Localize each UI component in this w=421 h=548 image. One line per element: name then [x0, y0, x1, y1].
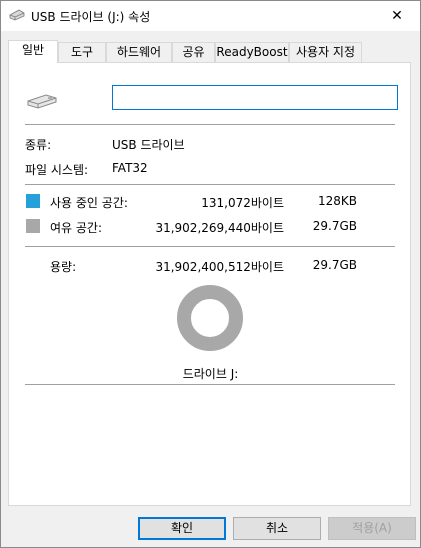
apply-button[interactable]: 적용(A) — [328, 517, 416, 540]
volume-label-input[interactable] — [112, 85, 398, 110]
usb-drive-icon — [9, 9, 25, 24]
tab-sharing[interactable]: 공유 — [172, 42, 215, 62]
tab-readyboost[interactable]: ReadyBoost — [215, 42, 289, 62]
filesystem-value: FAT32 — [112, 161, 148, 175]
title-bar: USB 드라이브 (J:) 속성 ✕ — [1, 1, 420, 31]
capacity-size: 29.7GB — [312, 258, 357, 272]
window-title: USB 드라이브 (J:) 속성 — [31, 10, 151, 24]
type-value: USB 드라이브 — [112, 138, 185, 152]
capacity-label: 용량: — [50, 260, 77, 274]
tab-customize[interactable]: 사용자 지정 — [289, 42, 362, 62]
separator — [25, 384, 395, 385]
used-space-label: 사용 중인 공간: — [50, 196, 128, 210]
free-space-size: 29.7GB — [312, 219, 357, 233]
drive-caption: 드라이브 J: — [182, 367, 239, 381]
ok-button[interactable]: 확인 — [138, 517, 226, 540]
tab-tools[interactable]: 도구 — [58, 42, 106, 62]
used-space-bytes: 131,072바이트 — [201, 196, 284, 210]
type-label: 종류: — [25, 138, 52, 152]
free-space-bytes: 31,902,269,440바이트 — [155, 221, 284, 235]
separator — [25, 184, 395, 185]
tab-hardware[interactable]: 하드웨어 — [106, 42, 172, 62]
separator — [25, 124, 395, 125]
used-space-color-swatch — [26, 194, 40, 208]
cancel-button[interactable]: 취소 — [233, 517, 321, 540]
filesystem-label: 파일 시스템: — [25, 163, 89, 177]
close-icon: ✕ — [391, 8, 403, 24]
free-space-color-swatch — [26, 219, 40, 233]
properties-window: USB 드라이브 (J:) 속성 ✕ 일반 도구 하드웨어 공유 ReadyBo… — [0, 0, 421, 548]
tab-general[interactable]: 일반 — [8, 40, 58, 63]
usb-drive-large-icon — [26, 93, 58, 112]
separator — [25, 246, 395, 247]
close-button[interactable]: ✕ — [374, 1, 420, 31]
free-space-label: 여유 공간: — [50, 221, 103, 235]
free-space-ring — [177, 285, 243, 351]
general-panel: 종류: USB 드라이브 파일 시스템: FAT32 사용 중인 공간: 131… — [8, 62, 411, 506]
disk-usage-ring — [177, 285, 243, 351]
capacity-bytes: 31,902,400,512바이트 — [155, 260, 284, 274]
used-space-size: 128KB — [317, 194, 357, 208]
